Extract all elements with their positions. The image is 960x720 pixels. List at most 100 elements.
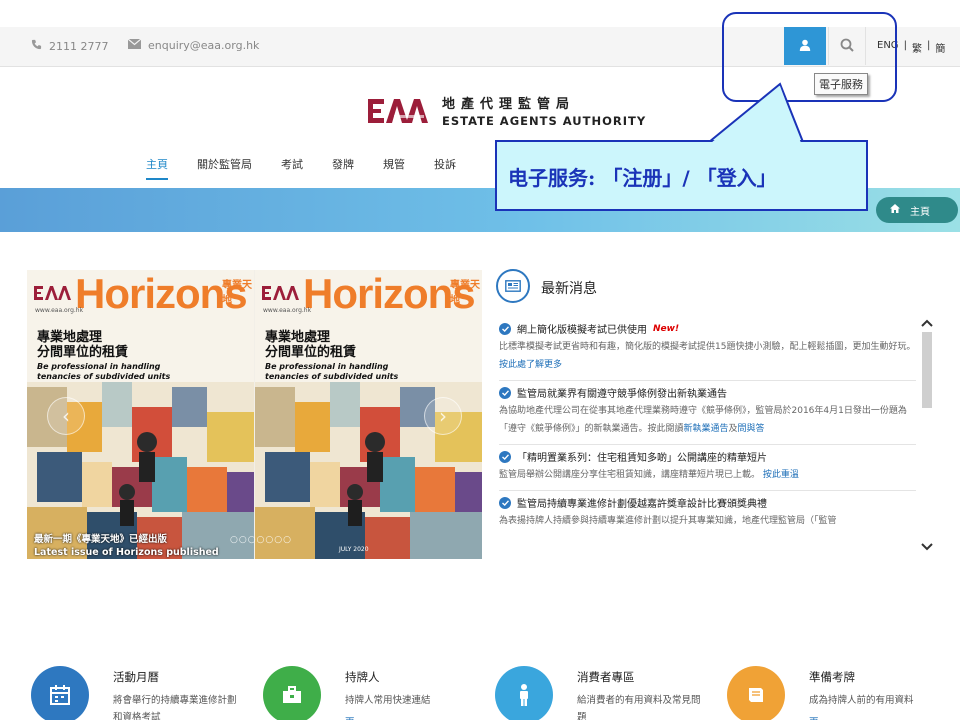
news-item-heading[interactable]: 網上簡化版模擬考試已供使用 New!	[499, 321, 916, 336]
email-address: enquiry@eaa.org.hk	[148, 39, 260, 52]
tile-description: 給消費者的有用資料及常見問題	[577, 695, 701, 720]
eaa-logo-mark	[368, 96, 432, 126]
nav-about[interactable]: 關於監管局	[197, 156, 252, 180]
check-circle-icon	[499, 450, 511, 463]
nav-regulation[interactable]: 規管	[383, 156, 405, 180]
phone-contact[interactable]: 2111 2777	[31, 39, 109, 53]
cover-issue-date: JULY 2020	[339, 546, 369, 553]
cover-heading-zh-line: 專業地處理	[265, 330, 331, 345]
eaa-mini-logo	[34, 286, 71, 300]
nav-home[interactable]: 主頁	[146, 156, 168, 180]
logo-english-name: ESTATE AGENTS AUTHORITY	[442, 114, 647, 128]
tile-description: 成為持牌人前的有用資料	[809, 695, 914, 706]
carousel-caption-en: Latest issue of Horizons published	[34, 547, 219, 558]
horizons-tagline: 專業天地	[450, 280, 480, 306]
nav-exam[interactable]: 考試	[281, 156, 303, 180]
nav-licensing[interactable]: 發牌	[332, 156, 354, 180]
chevron-left-icon: ‹	[62, 404, 70, 428]
cover-heading-zh-line: 專業地處理	[37, 330, 103, 345]
carousel-indicators[interactable]: ○○○○○○○	[230, 535, 292, 545]
check-circle-icon	[499, 386, 511, 399]
person-icon	[495, 666, 553, 720]
cover-heading-zh: 專業地處理 分間單位的租賃	[265, 330, 356, 360]
news-item-title: 監管局持續專業進修計劃優越嘉許獎章設計比賽頒獎典禮	[517, 499, 767, 510]
home-icon	[890, 204, 900, 216]
chevron-right-icon: ›	[439, 404, 447, 428]
news-item-title: 監管局就業界有關遵守競爭條例發出新執業通告	[517, 389, 727, 400]
cover-heading-zh-line: 分間單位的租賃	[265, 345, 357, 360]
news-item-text: 監管局舉辦公開講座分享住宅租賃知識，講座精華短片現已上載。	[499, 470, 761, 480]
cover-heading-en: Be professional in handling tenancies of…	[37, 362, 170, 382]
cover-heading-zh-line: 分間單位的租賃	[37, 345, 129, 360]
news-item: 監管局就業界有關遵守競爭條例發出新執業通告 為協助地產代理公司在從事其地產代理業…	[499, 381, 916, 445]
annotation-text: 电子服务: 「注册」/ 「登入」	[508, 166, 777, 190]
tile-description: 持牌人常用快速連結	[345, 695, 431, 706]
chevron-up-icon[interactable]	[921, 312, 933, 331]
phone-number: 2111 2777	[49, 39, 109, 53]
carousel-next-button[interactable]: ›	[424, 397, 462, 435]
news-item-link[interactable]: 按此重溫	[763, 470, 799, 480]
news-item-text: 比標準模擬考試更省時和有趣，簡化版的模擬考試提供15題快捷小測驗，配上輕鬆插圖，…	[499, 342, 916, 352]
logo-text: 地產代理監管局 ESTATE AGENTS AUTHORITY	[442, 93, 646, 128]
breadcrumb[interactable]: 主頁	[876, 197, 958, 223]
news-item-body: 為表揚持牌人持續參與持續專業進修計劃以提升其專業知識，地產代理監管局（「監管	[499, 512, 916, 530]
tile-description: 將會舉行的持續專業進修計劃和資格考試	[113, 695, 237, 720]
horizons-url: www.eaa.org.hk	[263, 307, 312, 314]
carousel-prev-button[interactable]: ‹	[47, 397, 85, 435]
news-item-link[interactable]: 新執業通告	[684, 424, 729, 434]
tile-title: 活動月曆	[113, 670, 159, 684]
cover-heading-en: Be professional in handling tenancies of…	[265, 362, 398, 382]
lang-separator: |	[926, 40, 931, 51]
main-nav: 主頁 關於監管局 考試 發牌 規管 投訴	[146, 156, 485, 180]
news-item-body: 為協助地產代理公司在從事其地產代理業務時遵守《競爭條例》，監管局於2016年4月…	[499, 402, 916, 438]
lang-simp[interactable]: 簡	[935, 40, 945, 55]
logo-chinese-name: 地產代理監管局	[442, 97, 576, 112]
briefcase-icon	[263, 666, 321, 720]
check-circle-icon	[499, 322, 511, 335]
eaa-mini-logo	[262, 286, 299, 300]
news-carousel[interactable]: Horizons 專業天地 www.eaa.org.hk 專業地處理 分間單位的…	[27, 270, 482, 559]
cover-heading-en-line: tenancies of subdivided units	[265, 372, 399, 381]
scrollbar-thumb[interactable]	[922, 332, 932, 408]
carousel-caption: 最新一期《專業天地》已經出版 Latest issue of Horizons …	[34, 533, 219, 559]
cover-heading-en-line: tenancies of subdivided units	[37, 372, 171, 381]
annotation-highlight-frame	[722, 12, 897, 102]
news-item-title: 網上簡化版模擬考試已供使用	[517, 325, 647, 336]
news-item-link-faq[interactable]: 問與答	[738, 424, 765, 434]
news-list: 網上簡化版模擬考試已供使用 New! 比標準模擬考試更省時和有趣，簡化版的模擬考…	[499, 317, 916, 562]
nav-complaints[interactable]: 投訴	[434, 156, 456, 180]
tile-title: 消費者專區	[577, 670, 635, 684]
tile-title: 準備考牌	[809, 670, 855, 684]
news-item-heading[interactable]: 監管局持續專業進修計劃優越嘉許獎章設計比賽頒獎典禮	[499, 495, 916, 510]
chevron-down-icon[interactable]	[921, 536, 933, 555]
news-item-body: 比標準模擬考試更省時和有趣，簡化版的模擬考試提供15題快捷小測驗，配上輕鬆插圖，…	[499, 338, 916, 374]
cover-heading-zh: 專業地處理 分間單位的租賃	[37, 330, 128, 360]
tile-more-link[interactable]: 更多	[809, 714, 819, 720]
news-item-text: 為表揚持牌人持續參與持續專業進修計劃以提升其專業知識，地產代理監管局（「監管	[499, 516, 837, 526]
news-item-body: 監管局舉辦公開講座分享住宅租賃知識，講座精華短片現已上載。 按此重溫	[499, 466, 916, 484]
news-item: 網上簡化版模擬考試已供使用 New! 比標準模擬考試更省時和有趣，簡化版的模擬考…	[499, 317, 916, 381]
page: 2111 2777 enquiry@eaa.org.hk ENG | 繁 | 簡…	[0, 0, 960, 720]
news-item: 監管局持續專業進修計劃優越嘉許獎章設計比賽頒獎典禮 為表揚持牌人持續參與持續專業…	[499, 491, 916, 536]
news-item-link[interactable]: 按此處了解更多	[499, 360, 562, 370]
news-item-heading[interactable]: 「精明置業系列：住宅租賃知多啲」公開講座的精華短片	[499, 449, 916, 464]
news-item-joiner: 及	[728, 424, 738, 434]
tile-title: 持牌人	[345, 670, 380, 684]
phone-icon	[31, 39, 42, 53]
tile-more-link[interactable]: 更多	[345, 714, 355, 720]
news-item-title: 「精明置業系列：住宅租賃知多啲」公開講座的精華短片	[517, 453, 767, 464]
horizons-wordmark: Horizons	[303, 270, 476, 317]
breadcrumb-home: 主頁	[910, 206, 930, 218]
lang-trad[interactable]: 繁	[912, 40, 922, 55]
calendar-icon	[31, 666, 89, 720]
news-scrollbar[interactable]	[919, 310, 935, 556]
news-item: 「精明置業系列：住宅租賃知多啲」公開講座的精華短片 監管局舉辦公開講座分享住宅租…	[499, 445, 916, 491]
cover-heading-en-line: Be professional in handling	[265, 362, 389, 371]
eaa-logo[interactable]: 地產代理監管局 ESTATE AGENTS AUTHORITY	[368, 93, 646, 128]
newspaper-icon	[496, 269, 530, 303]
news-section-title: 最新消息	[541, 281, 597, 297]
new-badge: New!	[653, 323, 680, 334]
news-item-heading[interactable]: 監管局就業界有關遵守競爭條例發出新執業通告	[499, 385, 916, 400]
envelope-icon	[127, 38, 142, 52]
email-contact[interactable]: enquiry@eaa.org.hk	[127, 38, 260, 52]
